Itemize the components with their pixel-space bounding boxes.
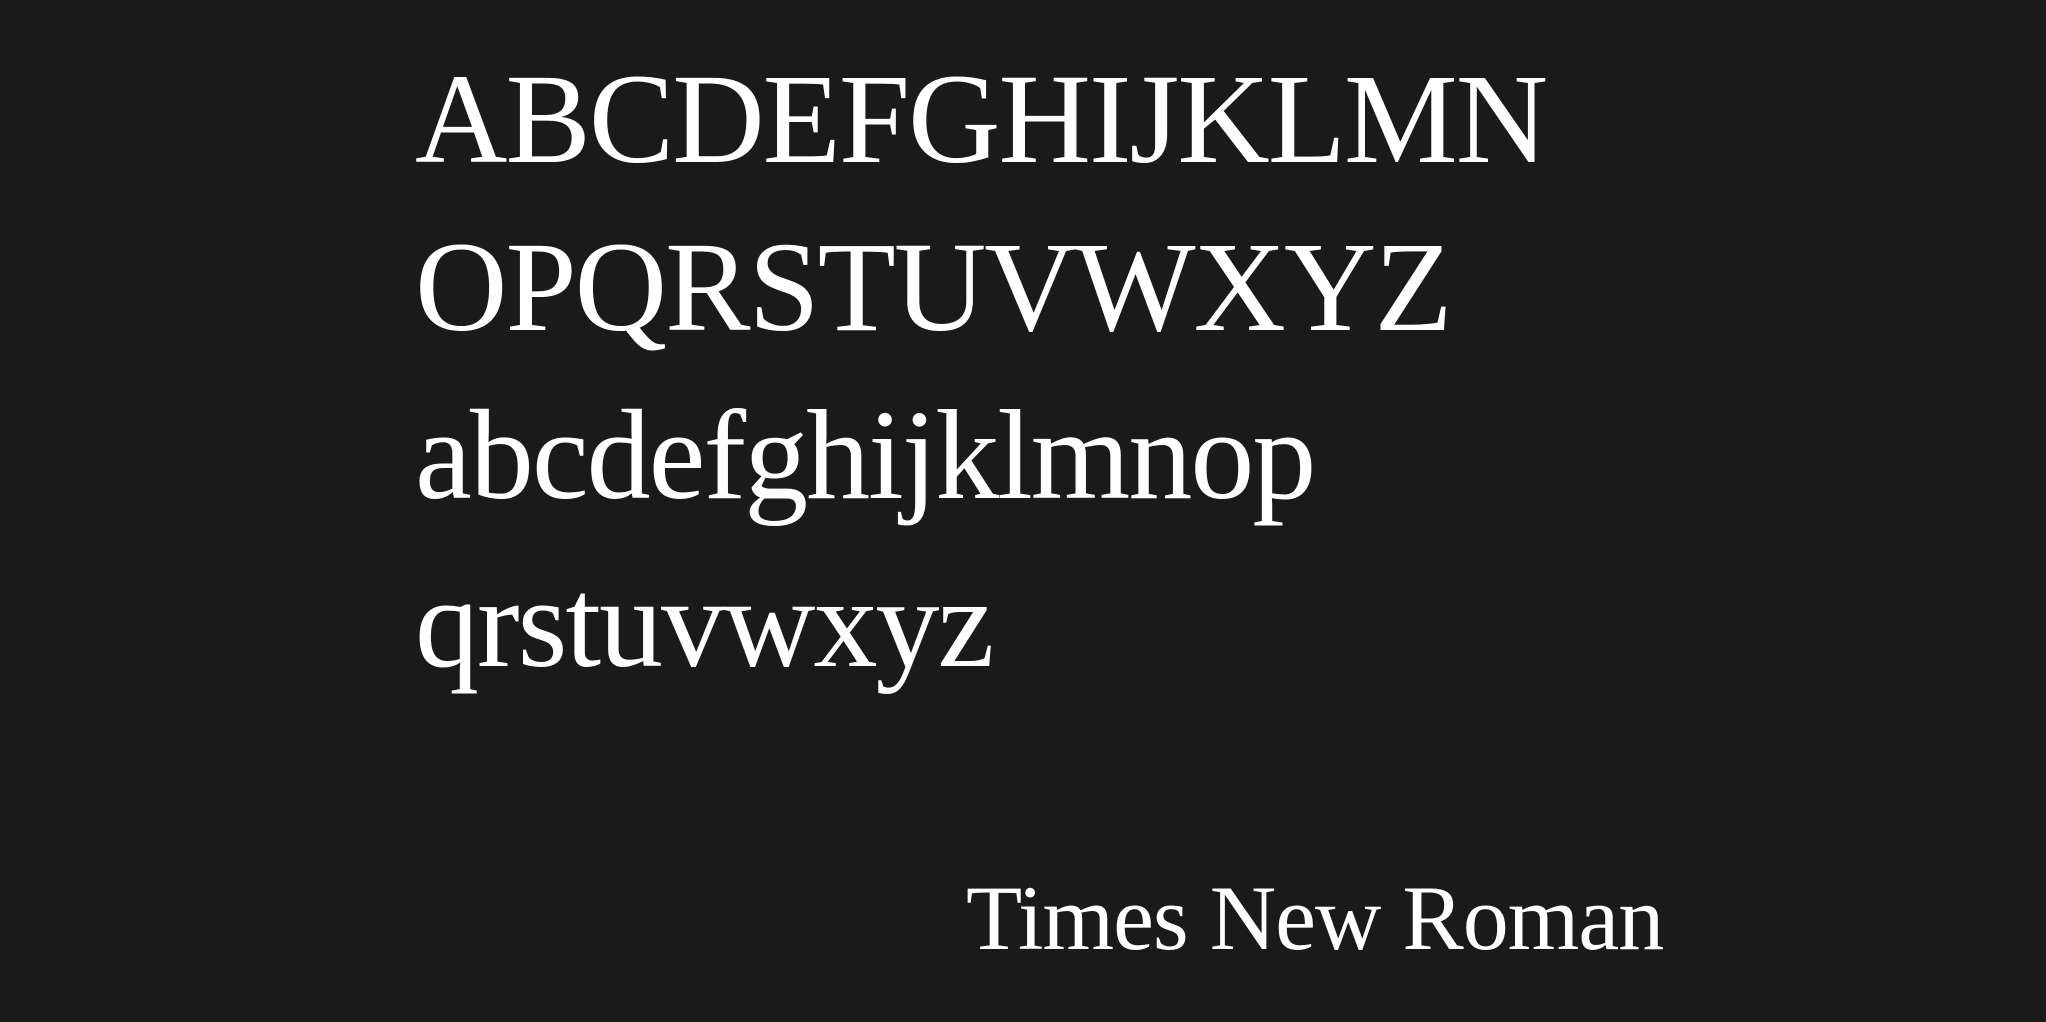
uppercase-line-1: ABCDEFGHIJKLMN <box>415 48 1548 190</box>
lowercase-line-1: abcdefghijklmnop <box>415 384 1316 526</box>
lowercase-line-2: qrstuvwxyz <box>415 552 994 694</box>
alphabet-specimen: ABCDEFGHIJKLMN OPQRSTUVWXYZ abcdefghijkl… <box>415 35 1548 707</box>
font-name-label: Times New Roman <box>966 867 1664 969</box>
uppercase-line-2: OPQRSTUVWXYZ <box>415 216 1453 358</box>
